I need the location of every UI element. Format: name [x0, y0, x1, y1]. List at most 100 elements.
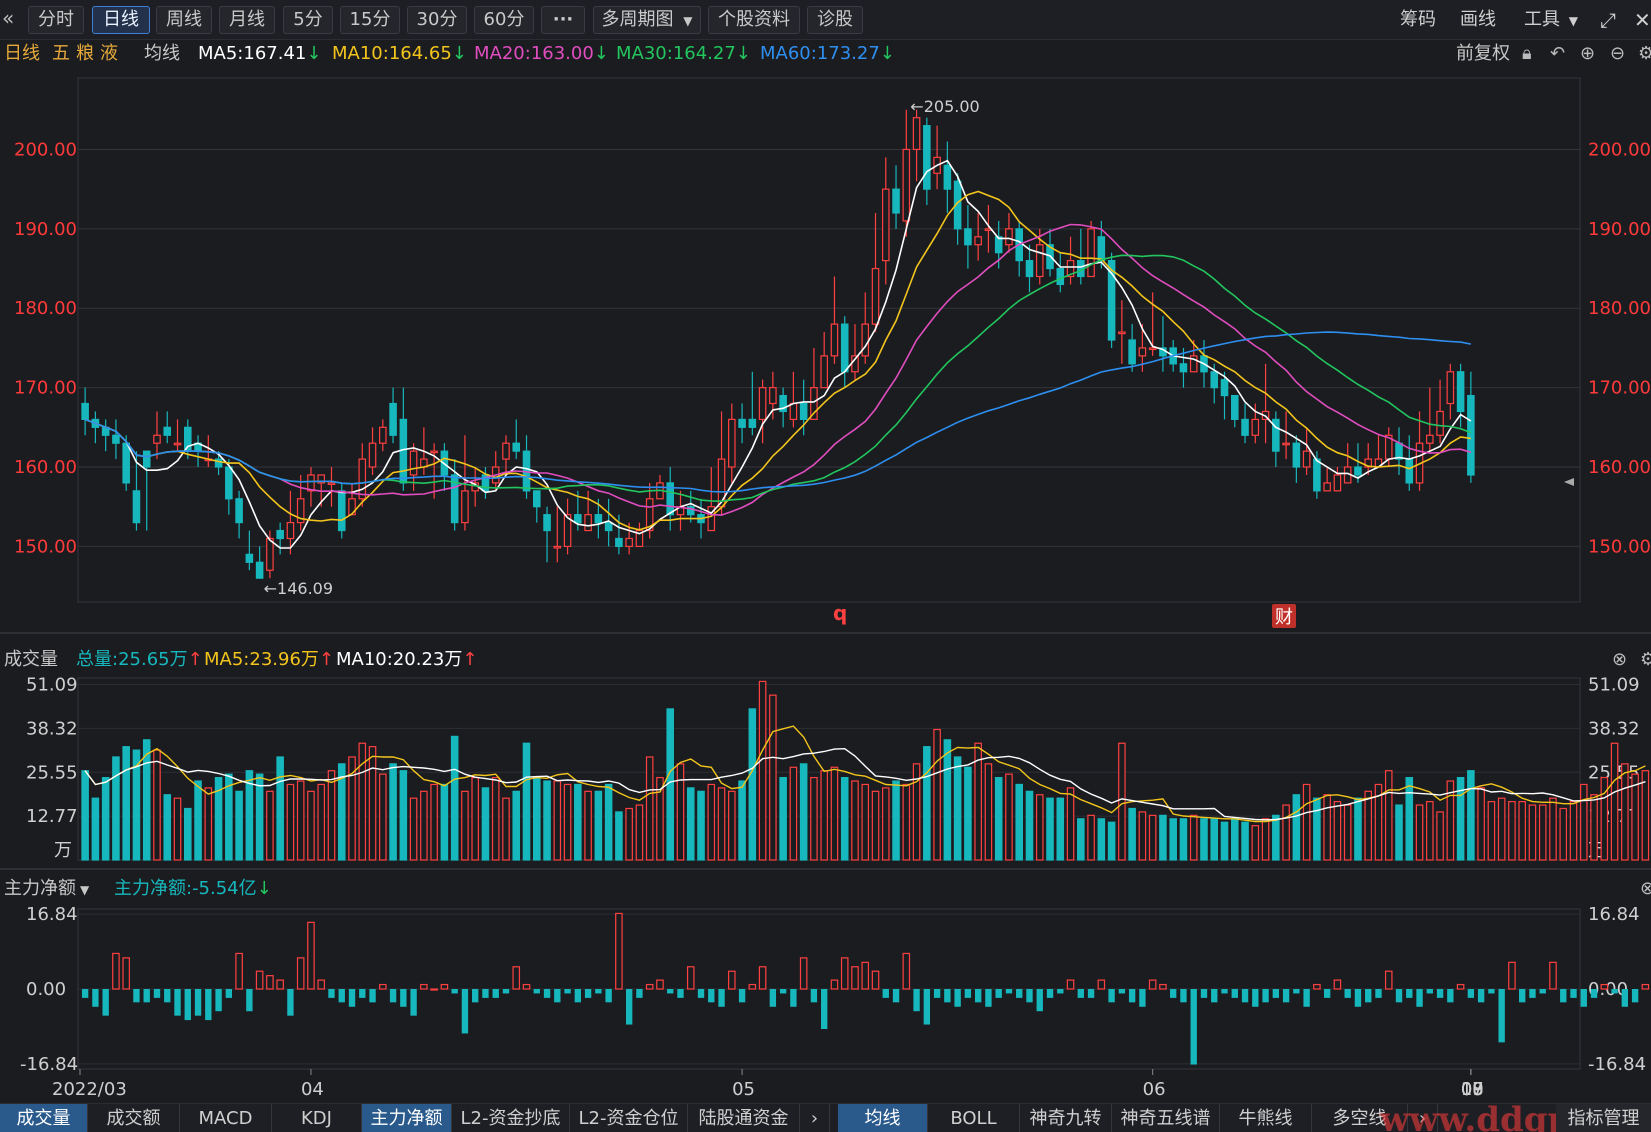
multi-period-dropdown[interactable]: 多周期图 ▼ [593, 6, 701, 34]
candle-body [173, 442, 182, 446]
volume-bar [553, 780, 562, 861]
fund-bar-negative [543, 989, 551, 998]
volume-bar [1395, 804, 1403, 861]
volume-bar [461, 790, 469, 861]
volume-bar [1426, 801, 1434, 861]
candle-body [1446, 371, 1455, 405]
tab-boll[interactable]: BOLL [928, 1104, 1020, 1132]
volume-bar [1230, 818, 1239, 861]
tab-l2-bottom[interactable]: L2-资金抄底 [452, 1104, 570, 1132]
fund-bar-negative [410, 989, 417, 1016]
period-tab-daily[interactable]: 日线 [92, 6, 150, 34]
fund-bar-negative [1057, 989, 1064, 994]
period-tab-15min[interactable]: 15分 [340, 6, 400, 34]
fund-bar-negative [595, 989, 602, 994]
close-icon[interactable]: ✕ [1634, 6, 1651, 34]
volume-bar [1313, 797, 1321, 861]
fund-bar-negative [738, 989, 746, 1003]
fund-bar-negative [1262, 989, 1269, 1003]
fund-bar-negative [461, 989, 469, 1034]
tab-turnover[interactable]: 成交额 [88, 1104, 180, 1132]
close-panel-icon[interactable]: ⊗ [1640, 875, 1651, 903]
candle-body [379, 426, 387, 444]
price-tick-left: 150.00 [14, 536, 77, 557]
period-tab-60min[interactable]: 60分 [474, 6, 534, 34]
fund-bar-negative [1016, 989, 1023, 998]
fund-bar-positive [1148, 979, 1157, 990]
period-tab-monthly[interactable]: 月线 [219, 6, 275, 34]
volume-bar [1384, 770, 1393, 861]
volume-bar [276, 756, 284, 861]
chevron-right-icon[interactable]: › [800, 1104, 830, 1132]
tab-northbound[interactable]: 陆股通资金 [688, 1104, 800, 1132]
volume-bar [1261, 818, 1270, 861]
double-chevron-left-icon[interactable]: « [2, 6, 14, 30]
settings-icon[interactable]: ⚙ [1640, 646, 1651, 674]
tab-volume[interactable]: 成交量 [0, 1104, 88, 1132]
volume-bar [676, 763, 685, 861]
diagnose-button[interactable]: 诊股 [807, 6, 863, 34]
stock-info-button[interactable]: 个股资料 [708, 6, 800, 34]
candle-body [943, 164, 952, 190]
candle-body [1148, 347, 1157, 351]
volume-bar [1282, 804, 1290, 861]
fullscreen-icon[interactable]: ⤢ [1600, 6, 1616, 34]
candle-body [553, 545, 562, 549]
volume-bar [471, 776, 479, 861]
fund-flow-chart[interactable]: 16.8416.840.000.00-16.84-16.842022/03040… [0, 903, 1651, 1103]
volume-chart[interactable]: 51.0951.0938.3238.3225.5525.5512.7712.77… [0, 674, 1651, 868]
fund-bar-negative [492, 989, 499, 998]
volume-bar [1189, 814, 1198, 861]
fund-bar-positive [748, 983, 757, 990]
candle-body [1005, 228, 1013, 246]
tab-main-net[interactable]: 主力净额 [362, 1104, 452, 1132]
fund-bar-negative [985, 989, 992, 1007]
zoom-out-icon[interactable]: ⊖ [1610, 40, 1625, 68]
period-tab-weekly[interactable]: 周线 [156, 6, 212, 34]
zoom-in-icon[interactable]: ⊕ [1580, 40, 1595, 68]
chips-button[interactable]: 筹码 [1400, 6, 1436, 34]
price-tick-left: 200.00 [14, 139, 77, 160]
tab-ma[interactable]: 均线 [838, 1104, 928, 1132]
settings-icon[interactable]: ⚙ [1638, 40, 1651, 68]
adjust-mode-button[interactable]: 前复权 [1456, 40, 1510, 68]
candle-body [861, 323, 870, 357]
volume-bar [173, 797, 182, 861]
fund-bar-positive [1313, 983, 1321, 990]
tab-l2-position[interactable]: L2-资金仓位 [570, 1104, 688, 1132]
period-tab-intraday[interactable]: 分时 [28, 6, 84, 34]
period-tab-30min[interactable]: 30分 [407, 6, 467, 34]
more-periods-button[interactable]: ··· [541, 6, 585, 34]
volume-bar [286, 783, 295, 861]
volume-bar [840, 776, 849, 861]
volume-bar [512, 790, 521, 861]
indicator-manage-button[interactable]: 指标管理 [1556, 1104, 1651, 1132]
fund-bar-negative [1303, 989, 1310, 1007]
volume-bar [1200, 818, 1208, 861]
candlestick-chart[interactable]: 200.00 200.00 190.00 190.00 180.00 180.00 170.… [0, 68, 1651, 632]
lock-icon[interactable]: 🔒︎ [1522, 40, 1532, 68]
undo-icon[interactable]: ↶ [1550, 40, 1565, 68]
period-tab-5min[interactable]: 5分 [283, 6, 333, 34]
draw-line-button[interactable]: 画线 [1460, 6, 1496, 34]
candle-body [112, 434, 120, 444]
fund-indicator-dropdown[interactable]: 主力净额 ▼ [4, 875, 89, 904]
tab-kdj[interactable]: KDJ [272, 1104, 362, 1132]
fund-bar-negative [790, 989, 797, 1007]
tab-macd[interactable]: MACD [180, 1104, 272, 1132]
fund-bar-negative [143, 989, 150, 1003]
candle-body [1118, 331, 1126, 335]
candle-body [625, 537, 633, 548]
tools-dropdown[interactable]: 工具 ▼ [1524, 6, 1578, 34]
fund-bar-positive [112, 952, 120, 990]
fund-bar-positive [317, 979, 326, 990]
candle-body [461, 490, 469, 524]
ma10-line [84, 190, 1472, 531]
volume-bar [1107, 821, 1116, 861]
candle-body [1426, 434, 1434, 444]
tab-magic-five[interactable]: 神奇五线谱 [1112, 1104, 1220, 1132]
tab-bull-bear[interactable]: 牛熊线 [1220, 1104, 1312, 1132]
tab-magic-nine[interactable]: 神奇九转 [1020, 1104, 1112, 1132]
candle-body [1035, 244, 1044, 278]
close-panel-icon[interactable]: ⊗ [1612, 646, 1627, 674]
